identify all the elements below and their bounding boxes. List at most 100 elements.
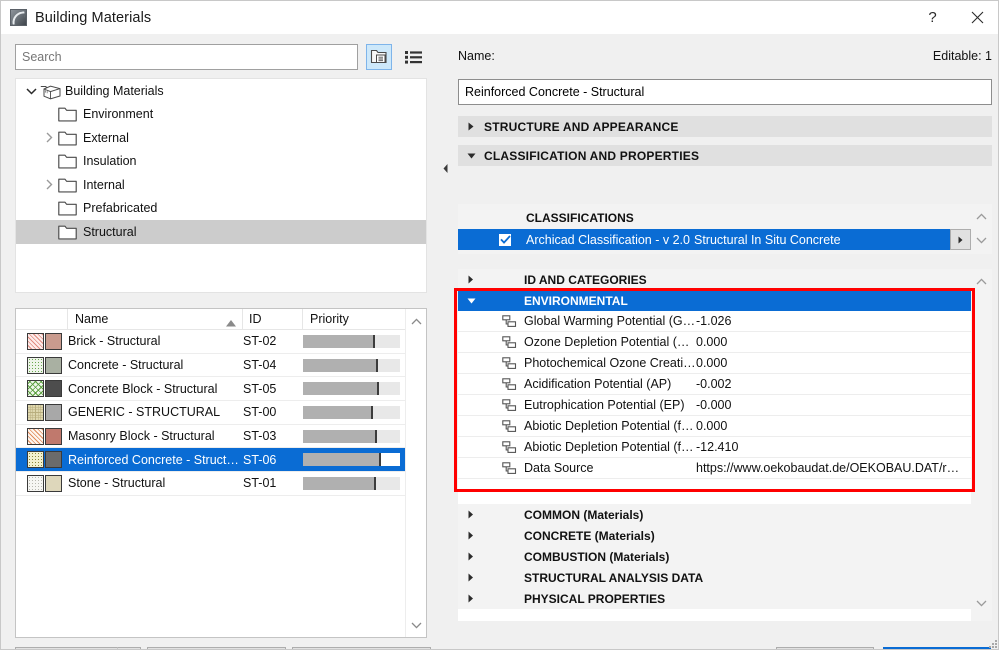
search-input[interactable] — [15, 44, 358, 70]
property-group-concrete-materials[interactable]: CONCRETE (Materials) — [458, 525, 971, 546]
property-value[interactable]: -0.002 — [696, 377, 971, 391]
material-swatches — [16, 332, 68, 350]
chevron-right-icon[interactable] — [458, 531, 484, 540]
scroll-up-icon[interactable] — [971, 271, 992, 291]
priority-cell[interactable] — [303, 476, 407, 490]
property-row[interactable]: Abiotic Depletion Potential (for … -12.41… — [458, 437, 971, 458]
chevron-right-icon[interactable] — [458, 573, 484, 582]
material-name-field[interactable] — [458, 79, 992, 105]
tree-item-insulation[interactable]: Insulation — [16, 150, 426, 174]
list-view-toggle[interactable] — [400, 44, 427, 70]
priority-marker[interactable] — [378, 453, 381, 467]
tree-item-environment[interactable]: Environment — [16, 103, 426, 127]
priority-cell[interactable] — [303, 453, 407, 467]
property-value[interactable]: 0.000 — [696, 335, 971, 349]
scroll-up-icon[interactable] — [406, 311, 426, 331]
table-row[interactable]: Reinforced Concrete - Structural ST-06 — [16, 448, 407, 473]
property-row[interactable]: Acidification Potential (AP) -0.002 — [458, 374, 971, 395]
priority-marker[interactable] — [372, 334, 375, 348]
priority-cell[interactable] — [303, 334, 407, 348]
properties-scrollbar[interactable] — [971, 269, 992, 621]
material-swatches — [16, 356, 68, 374]
property-value[interactable]: 0.000 — [696, 356, 971, 370]
priority-marker[interactable] — [376, 382, 379, 396]
chevron-down-icon[interactable] — [22, 79, 40, 102]
section-label: CLASSIFICATION AND PROPERTIES — [484, 148, 700, 163]
classification-row[interactable]: Archicad Classification - v 2.0 Structur… — [458, 229, 970, 250]
priority-cell[interactable] — [303, 429, 407, 443]
close-button[interactable] — [955, 1, 998, 34]
table-row[interactable]: GENERIC - STRUCTURAL ST-00 — [16, 401, 407, 425]
property-row[interactable]: Eutrophication Potential (EP) -0.000 — [458, 395, 971, 416]
property-value[interactable]: -12.410 — [696, 440, 971, 454]
tree-item-internal[interactable]: Internal — [16, 173, 426, 197]
help-button[interactable]: ? — [910, 1, 955, 34]
priority-marker[interactable] — [370, 405, 373, 419]
priority-marker[interactable] — [373, 476, 376, 490]
property-row[interactable]: Global Warming Potential (GWP) -1.026 — [458, 311, 971, 332]
tree-item-external[interactable]: External — [16, 126, 426, 150]
tree-item-structural[interactable]: Structural — [16, 220, 426, 244]
property-row[interactable]: Photochemical Ozone Creation … 0.000 — [458, 353, 971, 374]
chevron-down-icon[interactable] — [458, 297, 484, 305]
pane-splitter[interactable] — [441, 34, 449, 649]
priority-marker[interactable] — [374, 429, 377, 443]
scroll-down-icon[interactable] — [971, 593, 992, 613]
tree-item-prefabricated[interactable]: Prefabricated — [16, 197, 426, 221]
material-name-cell: Reinforced Concrete - Structural — [68, 452, 243, 467]
property-row[interactable]: Abiotic Depletion Potential (for … 0.000 — [458, 416, 971, 437]
table-row[interactable]: Stone - Structural ST-01 — [16, 472, 407, 496]
classifications-scrollbar[interactable] — [971, 204, 992, 254]
property-row[interactable]: Data Source https://www.oekobaudat.de/OEK… — [458, 458, 971, 479]
priority-marker[interactable] — [375, 358, 378, 372]
material-list-scrollbar[interactable] — [405, 309, 426, 637]
property-value[interactable]: -1.026 — [696, 314, 971, 328]
property-value[interactable]: https://www.oekobaudat.de/OEKOBAU.DAT/re… — [696, 461, 971, 475]
classification-checkbox[interactable] — [498, 232, 512, 247]
classification-expand-button[interactable] — [950, 229, 971, 250]
fill-pattern-swatch — [27, 427, 44, 445]
priority-cell[interactable] — [303, 358, 407, 372]
chevron-right-icon[interactable] — [458, 552, 484, 561]
priority-cell[interactable] — [303, 382, 407, 396]
property-group-structural-analysis-data[interactable]: STRUCTURAL ANALYSIS DATA — [458, 567, 971, 588]
name-column-header[interactable]: Name — [68, 309, 243, 330]
property-value[interactable]: -0.000 — [696, 398, 971, 412]
tree-view-toggle[interactable] — [365, 44, 393, 70]
scroll-down-icon[interactable] — [971, 230, 992, 250]
property-row[interactable]: Ozone Depletion Potential (ODP) 0.000 — [458, 332, 971, 353]
id-column-header[interactable]: ID — [243, 309, 303, 330]
chevron-right-icon[interactable] — [458, 594, 484, 603]
section-structure-and-appearance[interactable]: STRUCTURE AND APPEARANCE — [458, 116, 992, 138]
material-id-cell: ST-06 — [243, 452, 277, 467]
chevron-right-icon[interactable] — [40, 126, 58, 149]
table-row[interactable]: Masonry Block - Structural ST-03 — [16, 425, 407, 449]
chevron-right-icon[interactable] — [40, 173, 58, 196]
property-value[interactable]: 0.000 — [696, 419, 971, 433]
tree-item-label: Building Materials — [65, 83, 164, 98]
priority-cell[interactable] — [303, 405, 407, 419]
section-classification-and-properties[interactable]: CLASSIFICATION AND PROPERTIES — [458, 145, 992, 167]
resize-grip-icon[interactable] — [986, 637, 998, 649]
property-group-environmental[interactable]: ENVIRONMENTAL — [458, 290, 971, 311]
property-group-physical-properties[interactable]: PHYSICAL PROPERTIES — [458, 588, 971, 609]
properties-list[interactable]: ID AND CATEGORIES ENVIRONMENTAL Global War… — [458, 269, 971, 621]
property-group-common-materials[interactable]: COMMON (Materials) — [458, 504, 971, 525]
chevron-right-icon[interactable] — [458, 275, 484, 284]
priority-fill — [303, 334, 374, 348]
property-label: Abiotic Depletion Potential (for … — [524, 419, 696, 433]
material-folder-tree[interactable]: Building Materials Environment External Ins… — [15, 78, 427, 293]
tree-item-label: Insulation — [83, 154, 137, 169]
table-row[interactable]: Concrete - Structural ST-04 — [16, 354, 407, 378]
scroll-up-icon[interactable] — [971, 206, 992, 226]
table-row[interactable]: Brick - Structural ST-02 — [16, 330, 407, 354]
property-group-combustion-materials[interactable]: COMBUSTION (Materials) — [458, 546, 971, 567]
scroll-down-icon[interactable] — [406, 615, 426, 635]
tree-item-building-materials[interactable]: Building Materials — [16, 79, 426, 103]
chevron-right-icon[interactable] — [458, 510, 484, 519]
tree-item-label: Structural — [83, 224, 137, 239]
classifications-panel: CLASSIFICATIONS Archicad Classification … — [458, 204, 992, 254]
table-row[interactable]: Concrete Block - Structural ST-05 — [16, 377, 407, 402]
material-list[interactable]: Name ID Priority Brick - Structural ST-02… — [15, 308, 427, 638]
property-group-id-and-categories[interactable]: ID AND CATEGORIES — [458, 269, 971, 290]
